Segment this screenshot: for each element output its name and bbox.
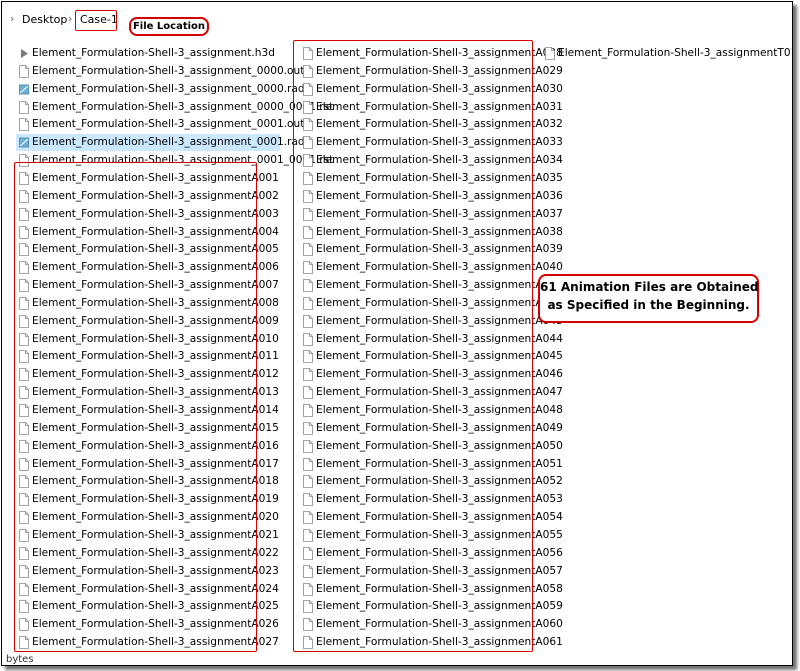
document-icon (19, 100, 29, 114)
file-name: Element_Formulation-Shell-3_assignmentT0… (558, 47, 793, 59)
chevron-right-icon[interactable]: › (10, 12, 14, 26)
document-icon (545, 47, 555, 60)
status-bar-text: bytes (6, 654, 34, 665)
file-location-callout: File Location (129, 17, 209, 36)
file-location-label: File Location (132, 21, 206, 32)
file-item[interactable]: Element_Formulation-Shell-3_assignment_0… (16, 134, 305, 152)
file-item[interactable]: Element_Formulation-Shell-3_assignment_0… (16, 63, 304, 80)
case-1-highlight-box (75, 10, 117, 31)
animation-files-box-left (14, 162, 257, 652)
file-name: Element_Formulation-Shell-3_assignment_0… (32, 136, 305, 149)
animation-callout-line-2: as Specified in the Beginning. (547, 298, 750, 312)
file-name: Element_Formulation-Shell-3_assignment.h… (32, 47, 275, 59)
play-icon (21, 49, 28, 58)
radioss-file-icon (19, 137, 29, 148)
breadcrumb-desktop[interactable]: Desktop (22, 13, 67, 27)
chevron-right-icon[interactable]: › (68, 12, 72, 26)
file-name: Element_Formulation-Shell-3_assignment_0… (32, 100, 334, 113)
animation-callout-line-1: 61 Animation Files are Obtained (540, 280, 759, 294)
document-icon (19, 118, 29, 132)
file-item[interactable]: Element_Formulation-Shell-3_assignmentT0… (542, 45, 792, 62)
file-item[interactable]: Element_Formulation-Shell-3_assignment.h… (16, 45, 280, 62)
animation-files-callout: 61 Animation Files are Obtained as Speci… (538, 274, 759, 323)
file-name: Element_Formulation-Shell-3_assignment_0… (32, 82, 305, 95)
file-name: Element_Formulation-Shell-3_assignment_0… (32, 118, 305, 131)
file-item[interactable]: Element_Formulation-Shell-3_assignment_0… (16, 116, 304, 133)
animation-files-box-right (293, 40, 533, 652)
file-explorer-window: › Desktop › Case-1 File Location Element… (1, 1, 793, 666)
file-name: Element_Formulation-Shell-3_assignment_0… (32, 64, 305, 77)
radioss-file-icon (19, 84, 29, 95)
file-item[interactable]: Element_Formulation-Shell-3_assignment_0… (16, 99, 333, 116)
document-icon (19, 64, 29, 78)
file-item[interactable]: Element_Formulation-Shell-3_assignment_0… (16, 81, 305, 98)
